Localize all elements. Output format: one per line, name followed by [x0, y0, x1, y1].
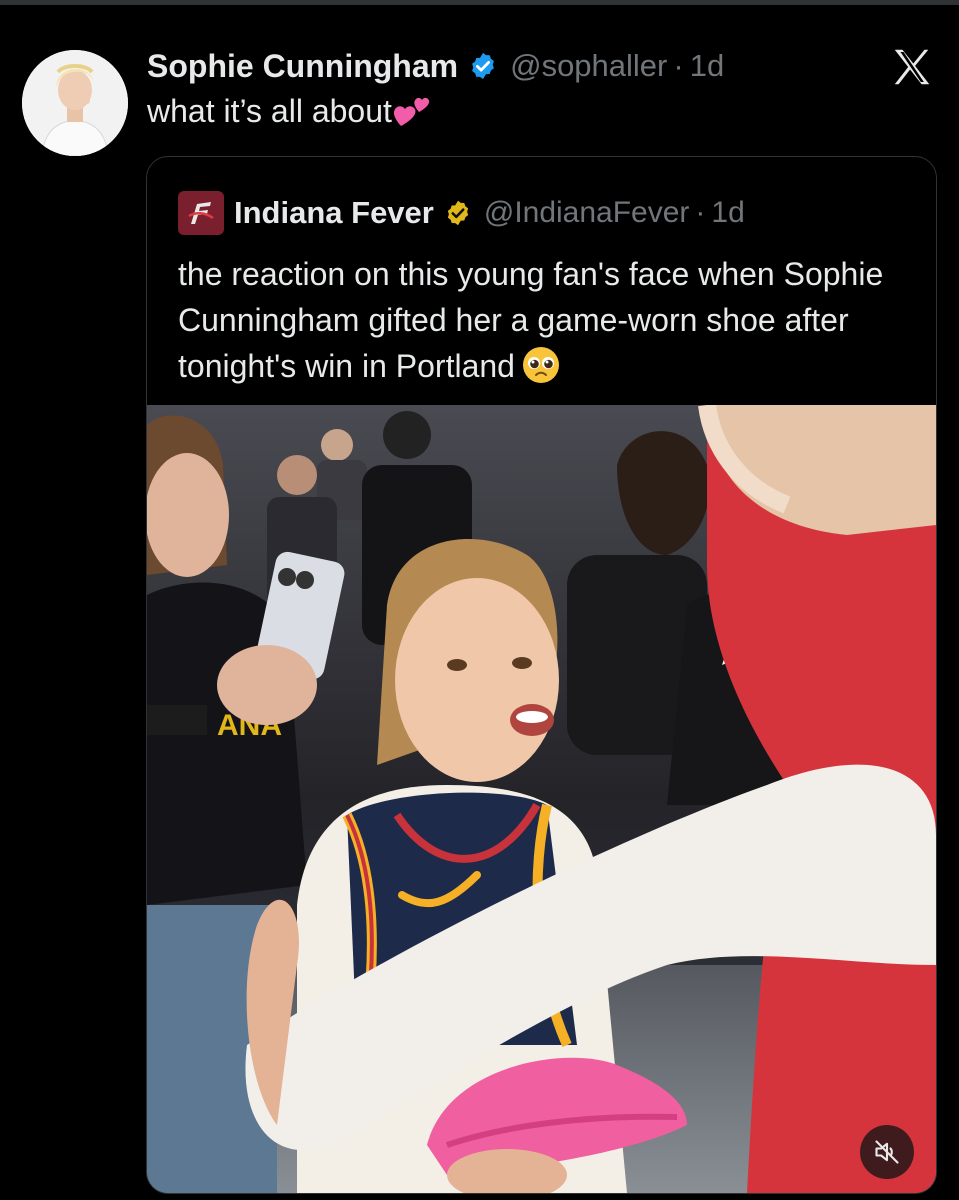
verified-gold-badge-icon — [447, 200, 469, 226]
quoted-author-handle[interactable]: @IndianaFever — [484, 196, 690, 230]
post-time[interactable]: 1d — [690, 48, 724, 84]
tweet-text-content: what it’s all about — [147, 93, 392, 129]
quoted-tweet-header: Indiana Fever @IndianaFever · 1d — [178, 191, 745, 235]
mute-button[interactable] — [860, 1125, 914, 1179]
quoted-author-name[interactable]: Indiana Fever — [234, 195, 434, 231]
quoted-tweet-text: the reaction on this young fan's face wh… — [178, 251, 918, 389]
tweet-text: what it’s all about — [147, 92, 432, 130]
top-divider — [0, 0, 959, 5]
video-frame: ANA — [147, 405, 936, 1193]
pleading-face-icon — [522, 347, 559, 383]
verified-badge-icon — [472, 52, 494, 80]
author-avatar[interactable] — [22, 50, 128, 156]
muted-speaker-icon — [875, 1140, 899, 1164]
two-hearts-icon — [393, 97, 430, 126]
separator-dot: · — [673, 48, 684, 83]
quoted-tweet-card[interactable]: Indiana Fever @IndianaFever · 1d the rea… — [146, 156, 937, 1194]
author-handle[interactable]: @sophaller — [510, 48, 667, 84]
x-logo-icon[interactable] — [889, 44, 935, 90]
separator-dot: · — [695, 196, 706, 229]
quoted-post-time[interactable]: 1d — [711, 196, 744, 230]
quoted-video[interactable]: ANA — [147, 405, 936, 1193]
author-name[interactable]: Sophie Cunningham — [147, 48, 458, 85]
tweet-header: Sophie Cunningham @sophaller · 1d — [147, 44, 724, 88]
indiana-fever-logo[interactable] — [178, 191, 224, 235]
